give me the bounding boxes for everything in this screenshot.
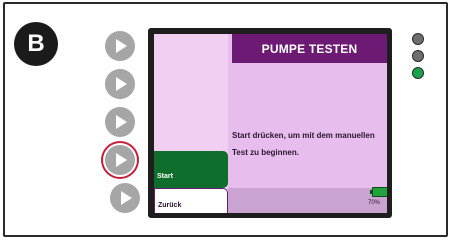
status-led-2: [412, 50, 424, 62]
screen-title: PUMPE TESTEN: [232, 34, 387, 63]
pump-device: PUMPE TESTEN Start drücken, um mit dem m…: [148, 28, 392, 218]
battery-label: 70%: [368, 200, 381, 206]
softkey-start[interactable]: [105, 145, 135, 175]
softkey-1[interactable]: [105, 31, 135, 61]
step-badge: B: [14, 22, 58, 66]
start-button[interactable]: Start: [154, 151, 228, 188]
instruction-text: Start drücken, um mit dem manuellen Test…: [232, 131, 375, 157]
status-led-3: [412, 67, 424, 79]
softkey-3[interactable]: [105, 107, 135, 137]
device-screen: PUMPE TESTEN Start drücken, um mit dem m…: [154, 34, 387, 213]
softkey-2[interactable]: [105, 69, 135, 99]
status-led-1: [412, 33, 424, 45]
back-button[interactable]: Zurück: [154, 188, 228, 213]
battery-icon: [370, 187, 387, 197]
softkey-back[interactable]: [110, 183, 140, 213]
screen-footer: [228, 188, 387, 213]
